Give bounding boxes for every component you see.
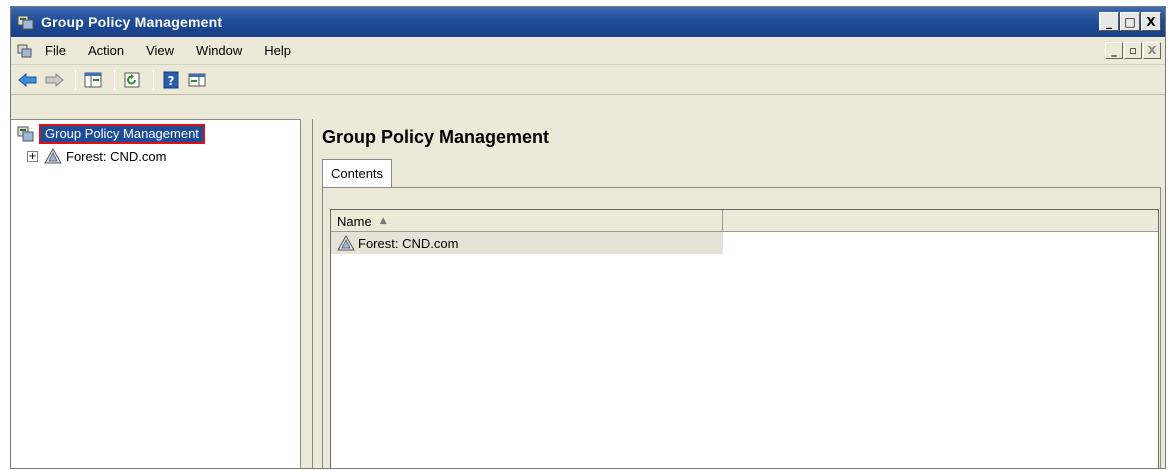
show-hide-tree-button[interactable]: [82, 69, 104, 91]
pane-splitter[interactable]: [301, 119, 313, 468]
tree-item-forest[interactable]: + Forest: CND.com: [27, 146, 166, 166]
list-header: Name ▲: [331, 210, 1158, 232]
forward-button[interactable]: [43, 69, 65, 91]
mdi-controls: _ ▫ X: [1105, 42, 1161, 59]
mdi-restore-button[interactable]: ▫: [1124, 42, 1142, 59]
list-item-name: Forest: CND.com: [358, 235, 459, 251]
sort-ascending-icon: ▲: [379, 216, 387, 226]
toolbar-separator: [114, 69, 115, 90]
mdi-close-button[interactable]: X: [1143, 42, 1161, 59]
app-window: Group Policy Management _ □ X File Actio…: [10, 6, 1166, 469]
gpm-icon: [17, 15, 34, 30]
svg-text:?: ?: [168, 74, 175, 88]
refresh-button[interactable]: [121, 69, 143, 91]
tree-item-label: Forest: CND.com: [66, 148, 167, 164]
action-pane-button[interactable]: [186, 69, 208, 91]
list-item[interactable]: Forest: CND.com: [331, 232, 723, 254]
title-bar[interactable]: Group Policy Management _ □ X: [11, 7, 1165, 37]
minimize-button[interactable]: _: [1099, 12, 1119, 31]
gpm-icon: [17, 126, 34, 142]
maximize-button[interactable]: □: [1120, 12, 1140, 31]
toolbar-separator: [153, 69, 154, 90]
mdi-system-icon[interactable]: [17, 43, 33, 59]
show-hide-console-tree-icon: [84, 72, 102, 87]
column-header-empty[interactable]: [723, 210, 1158, 232]
help-icon: ?: [163, 71, 179, 88]
forward-arrow-icon: [45, 72, 64, 87]
tree-item-gpm-root[interactable]: Group Policy Management: [17, 124, 205, 144]
menu-view[interactable]: View: [146, 43, 174, 58]
contents-list: Name ▲ Forest: CND.com: [330, 209, 1159, 468]
forest-icon: [337, 235, 355, 251]
menu-file[interactable]: File: [45, 43, 66, 58]
toolbar-separator: [75, 69, 76, 90]
back-button[interactable]: [17, 69, 39, 91]
window-controls: _ □ X: [1099, 12, 1161, 31]
column-header-name[interactable]: Name ▲: [331, 210, 723, 232]
action-pane-icon: [188, 73, 206, 86]
help-button[interactable]: ?: [160, 69, 182, 91]
tree-item-label: Group Policy Management: [39, 124, 205, 144]
menu-window[interactable]: Window: [196, 43, 242, 58]
close-button[interactable]: X: [1141, 12, 1161, 31]
console-tree-pane: Group Policy Management + Forest: CND.co…: [11, 119, 301, 468]
page-title: Group Policy Management: [322, 127, 550, 147]
menu-help[interactable]: Help: [264, 43, 291, 58]
column-header-label: Name: [337, 213, 372, 229]
menu-action[interactable]: Action: [88, 43, 124, 58]
refresh-icon: [124, 72, 140, 87]
mdi-minimize-button[interactable]: _: [1105, 42, 1123, 59]
tab-contents[interactable]: Contents: [322, 159, 393, 187]
toolbar: ?: [11, 65, 1165, 95]
expand-icon[interactable]: +: [27, 150, 38, 162]
forest-icon: [44, 148, 62, 164]
menu-bar: File Action View Window Help _ ▫ X: [11, 37, 1165, 65]
back-arrow-icon: [18, 72, 37, 87]
window-title: Group Policy Management: [41, 14, 223, 30]
